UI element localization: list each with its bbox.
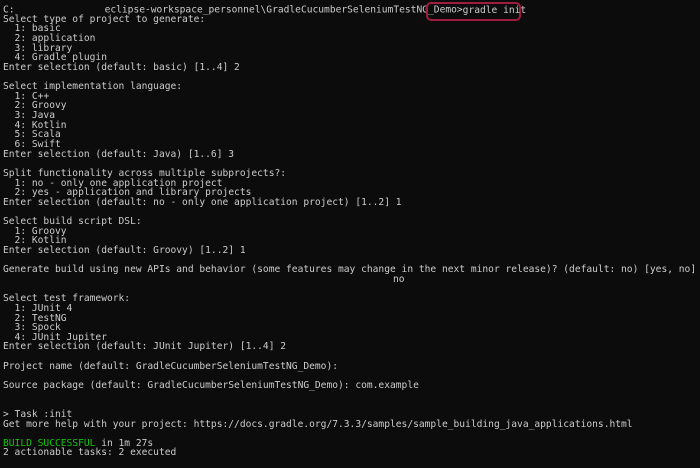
output-line: 1: basic — [3, 23, 61, 35]
output-block-1: Select type of project to generate: 1: b… — [3, 13, 700, 276]
output-line: Enter selection (default: JUnit Jupiter)… — [3, 341, 287, 353]
output-line: 1: JUnit 4 — [3, 302, 73, 314]
output-line: Select type of project to generate: — [3, 13, 206, 25]
output-line: Get more help with your project: https:/… — [3, 418, 633, 430]
output-line: Select test framework: — [3, 293, 131, 305]
output-line: Select build script DSL: — [3, 216, 142, 228]
output-line: 2: application — [3, 32, 96, 44]
output-line: 1: C++ — [3, 90, 50, 102]
output-line: Enter selection (default: no - only one … — [3, 196, 402, 208]
actionable-tasks-line: 2 actionable tasks: 2 executed — [3, 447, 177, 459]
output-line: 3: Java — [3, 110, 55, 122]
output-line: Select implementation language: — [3, 81, 183, 93]
output-line: 5: Scala — [3, 129, 61, 141]
redacted-path — [14, 5, 105, 14]
output-line: Generate build using new APIs and behavi… — [3, 264, 697, 276]
output-line: 3: library — [3, 42, 73, 54]
output-block-2: Select test framework: 1: JUnit 4 2: Tes… — [3, 285, 700, 439]
output-line: Project name (default: GradleCucumberSel… — [3, 360, 339, 372]
output-line: 2: Groovy — [3, 100, 67, 112]
output-line: Enter selection (default: Groovy) [1..2]… — [3, 245, 246, 257]
answer-no-line: no — [393, 273, 405, 285]
output-line: Enter selection (default: Java) [1..6] 3 — [3, 148, 235, 160]
output-line: 2: TestNG — [3, 312, 67, 324]
output-line: 1: Groovy — [3, 225, 67, 237]
output-line: Enter selection (default: basic) [1..4] … — [3, 61, 240, 73]
terminal-window[interactable]: C: eclipse-workspace_personnel\GradleCucu… — [0, 0, 700, 468]
output-line: Source package (default: GradleCucumberS… — [3, 379, 419, 391]
output-line: 3: Spock — [3, 322, 61, 334]
output-line: 4: Kotlin — [3, 119, 67, 131]
prompt-command: gradle init — [462, 4, 527, 16]
